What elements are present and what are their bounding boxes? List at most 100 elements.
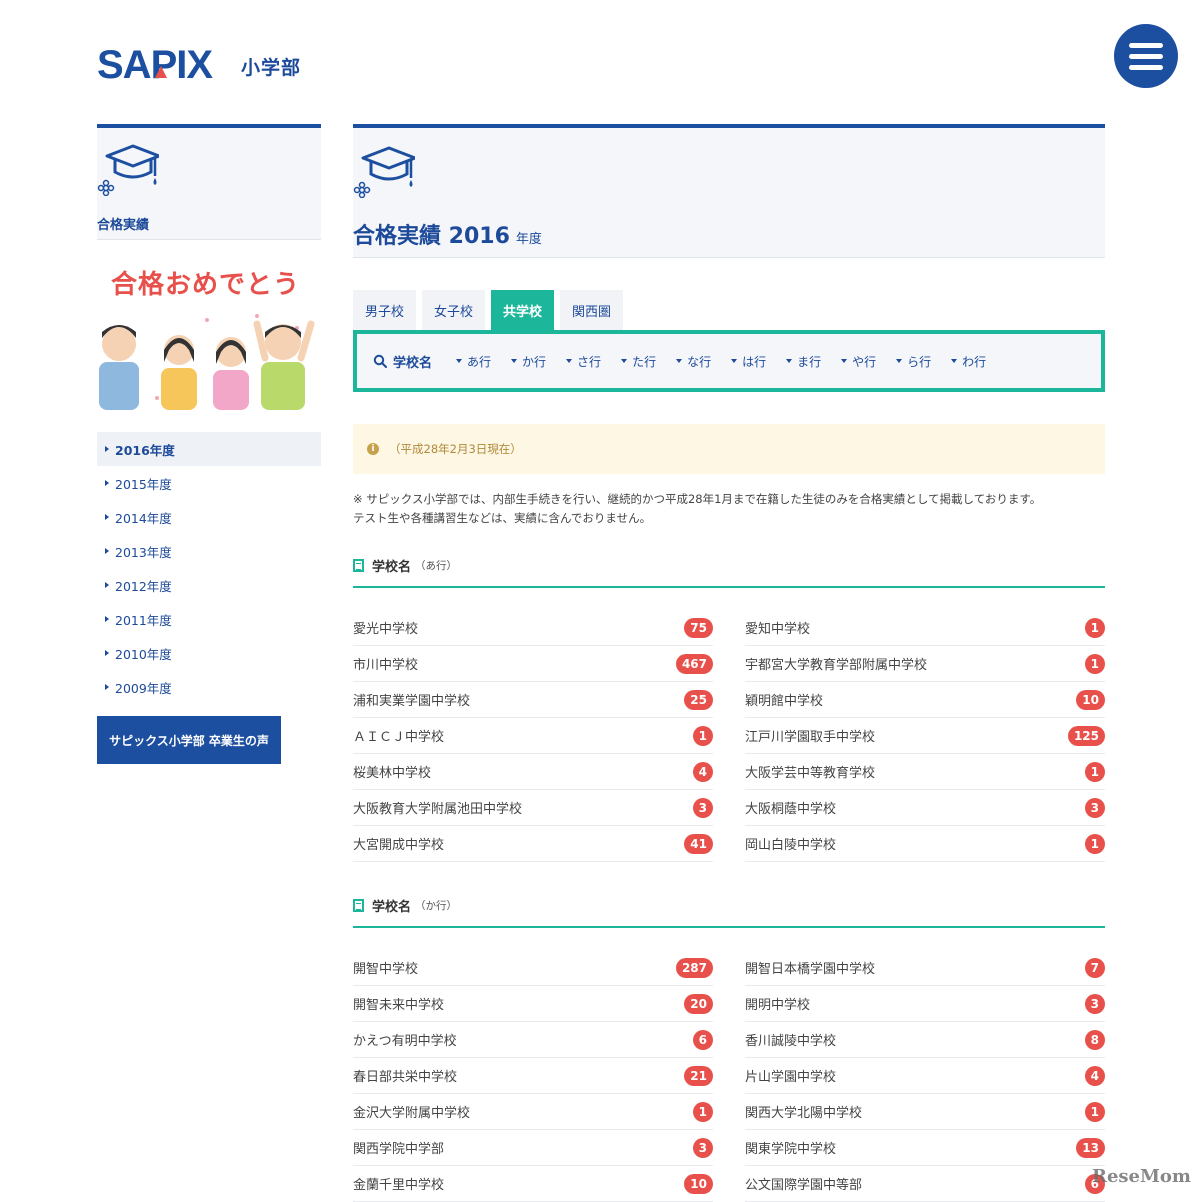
school-row[interactable]: 開智日本橋学園中学校 7 — [745, 950, 1105, 986]
school-row[interactable]: 宇都宮大学教育学部附属中学校 1 — [745, 646, 1105, 682]
caret-down-icon — [841, 359, 848, 363]
school-row[interactable]: 大宮開成中学校 41 — [353, 826, 713, 862]
graduate-voices-button[interactable]: サピックス小学部 卒業生の声 — [97, 716, 281, 764]
menu-bar-icon — [1129, 53, 1163, 59]
school-name: 大阪教育大学附属池田中学校 — [353, 802, 523, 817]
school-row[interactable]: かえつ有明中学校 6 — [353, 1022, 713, 1058]
school-row[interactable]: 開智未来中学校 20 — [353, 986, 713, 1022]
school-grid: 開智中学校 287 開智日本橋学園中学校 7 開智未来中学校 20 開明中学校 3 かえつ有明中… — [353, 950, 1105, 1202]
kana-filter-ka[interactable]: か行 — [511, 353, 546, 370]
section-heading: 学校名 （あ行） — [353, 544, 1105, 588]
pass-count-badge: 467 — [675, 653, 713, 674]
year-item-2016[interactable]: 2016年度 — [97, 432, 321, 466]
pass-count-badge: 1 — [692, 1101, 713, 1122]
main-content: 合格実績 2016 年度 男子校 女子校 共学校 関西圏 学校名 あ行 か行 さ行… — [353, 124, 1105, 1202]
year-item-label: 2015年度 — [115, 476, 172, 492]
school-row[interactable]: 江戸川学園取手中学校 125 — [745, 718, 1105, 754]
disclaimer-note: ※ サピックス小学部では、内部生手続きを行い、継続的かつ平成28年1月まで在籍し… — [353, 490, 1105, 528]
school-name: 大阪学芸中等教育学校 — [745, 766, 876, 781]
school-row[interactable]: 桜美林中学校 4 — [353, 754, 713, 790]
school-row[interactable]: 金蘭千里中学校 10 — [353, 1166, 713, 1202]
site-logo[interactable]: SAPIX 小学部 — [97, 44, 301, 82]
caret-right-icon — [105, 582, 109, 588]
kana-filter-ya[interactable]: や行 — [841, 353, 876, 370]
congratulations-banner: 合格おめでとう — [97, 258, 321, 410]
year-item-2011[interactable]: 2011年度 — [97, 602, 321, 636]
pass-count-badge: 1 — [1084, 617, 1105, 638]
school-row[interactable]: 開明中学校 3 — [745, 986, 1105, 1022]
caret-down-icon — [896, 359, 903, 363]
year-item-2013[interactable]: 2013年度 — [97, 534, 321, 568]
pass-count-badge: 4 — [1084, 1065, 1105, 1086]
school-row[interactable]: 関東学院中学校 13 — [745, 1130, 1105, 1166]
school-row[interactable]: 愛光中学校 75 — [353, 610, 713, 646]
kana-filter-ra[interactable]: ら行 — [896, 353, 931, 370]
school-row[interactable]: 穎明館中学校 10 — [745, 682, 1105, 718]
school-row[interactable]: 公文国際学園中等部 6 — [745, 1166, 1105, 1202]
year-item-2010[interactable]: 2010年度 — [97, 636, 321, 670]
school-row[interactable]: 岡山白陵中学校 1 — [745, 826, 1105, 862]
caret-down-icon — [621, 359, 628, 363]
caret-right-icon — [105, 684, 109, 690]
school-row[interactable]: 関西学院中学部 3 — [353, 1130, 713, 1166]
pass-count-badge: 10 — [684, 1173, 713, 1194]
caret-right-icon — [105, 548, 109, 554]
school-row[interactable]: 金沢大学附属中学校 1 — [353, 1094, 713, 1130]
pass-count-badge: 8 — [1084, 1029, 1105, 1050]
school-row[interactable]: 市川中学校 467 — [353, 646, 713, 682]
school-name: 開智中学校 — [353, 962, 419, 977]
year-item-2009[interactable]: 2009年度 — [97, 670, 321, 704]
tab-kansai[interactable]: 関西圏 — [560, 290, 624, 330]
school-row[interactable]: 関西大学北陽中学校 1 — [745, 1094, 1105, 1130]
school-row[interactable]: 片山学園中学校 4 — [745, 1058, 1105, 1094]
logo-text: SAPIX — [97, 44, 213, 82]
note-line: ※ サピックス小学部では、内部生手続きを行い、継続的かつ平成28年1月まで在籍し… — [353, 492, 1042, 506]
year-item-2015[interactable]: 2015年度 — [97, 466, 321, 500]
hamburger-menu-button[interactable] — [1114, 24, 1178, 88]
menu-bar-icon — [1129, 42, 1163, 48]
school-name: 関東学院中学校 — [745, 1142, 837, 1157]
graduation-cap-icon — [353, 144, 417, 202]
school-row[interactable]: 大阪教育大学附属池田中学校 3 — [353, 790, 713, 826]
kana-filter-wa[interactable]: わ行 — [951, 353, 986, 370]
school-row[interactable]: 春日部共栄中学校 21 — [353, 1058, 713, 1094]
section-ka-row: 学校名 （か行） 開智中学校 287 開智日本橋学園中学校 7 開智未来中学校 20 開明中… — [353, 884, 1105, 1202]
school-row[interactable]: 開智中学校 287 — [353, 950, 713, 986]
school-row[interactable]: 大阪学芸中等教育学校 1 — [745, 754, 1105, 790]
school-row[interactable]: 愛知中学校 1 — [745, 610, 1105, 646]
school-name: 大宮開成中学校 — [353, 838, 445, 853]
year-item-2014[interactable]: 2014年度 — [97, 500, 321, 534]
section-subtitle: （あ行） — [415, 559, 458, 572]
school-row[interactable]: 大阪桐蔭中学校 3 — [745, 790, 1105, 826]
pass-count-badge: 7 — [1084, 957, 1105, 978]
school-row[interactable]: 香川誠陵中学校 8 — [745, 1022, 1105, 1058]
sidebar-title: 合格実績 — [97, 218, 150, 233]
pass-count-badge: 3 — [692, 1137, 713, 1158]
kana-filter-ta[interactable]: た行 — [621, 353, 656, 370]
year-item-2012[interactable]: 2012年度 — [97, 568, 321, 602]
school-row[interactable]: 浦和実業学園中学校 25 — [353, 682, 713, 718]
school-grid: 愛光中学校 75 愛知中学校 1 市川中学校 467 宇都宮大学教育学部附属中学校 1 浦和実業… — [353, 610, 1105, 862]
tab-boys-school[interactable]: 男子校 — [353, 290, 417, 330]
kana-filter-sa[interactable]: さ行 — [566, 353, 601, 370]
school-row[interactable]: ＡＩＣＪ中学校 1 — [353, 718, 713, 754]
section-heading: 学校名 （か行） — [353, 884, 1105, 928]
info-icon: i — [367, 443, 379, 455]
school-name: 市川中学校 — [353, 658, 419, 673]
school-name: 開智日本橋学園中学校 — [745, 962, 876, 977]
school-name: 金沢大学附属中学校 — [353, 1106, 471, 1121]
school-name: 桜美林中学校 — [353, 766, 432, 781]
school-name: 穎明館中学校 — [745, 694, 824, 709]
kana-filter-a[interactable]: あ行 — [456, 353, 491, 370]
tab-coed-school[interactable]: 共学校 — [491, 290, 555, 330]
caret-right-icon — [105, 514, 109, 520]
filter-label-text: 学校名 — [393, 355, 433, 371]
pass-count-badge: 21 — [684, 1065, 713, 1086]
year-item-label: 2009年度 — [115, 680, 172, 696]
pass-count-badge: 10 — [1076, 689, 1105, 710]
kana-filter-ha[interactable]: は行 — [731, 353, 766, 370]
page-title-text: 合格実績 2016 — [353, 224, 510, 249]
kana-filter-na[interactable]: な行 — [676, 353, 711, 370]
kana-filter-ma[interactable]: ま行 — [786, 353, 821, 370]
tab-girls-school[interactable]: 女子校 — [422, 290, 486, 330]
